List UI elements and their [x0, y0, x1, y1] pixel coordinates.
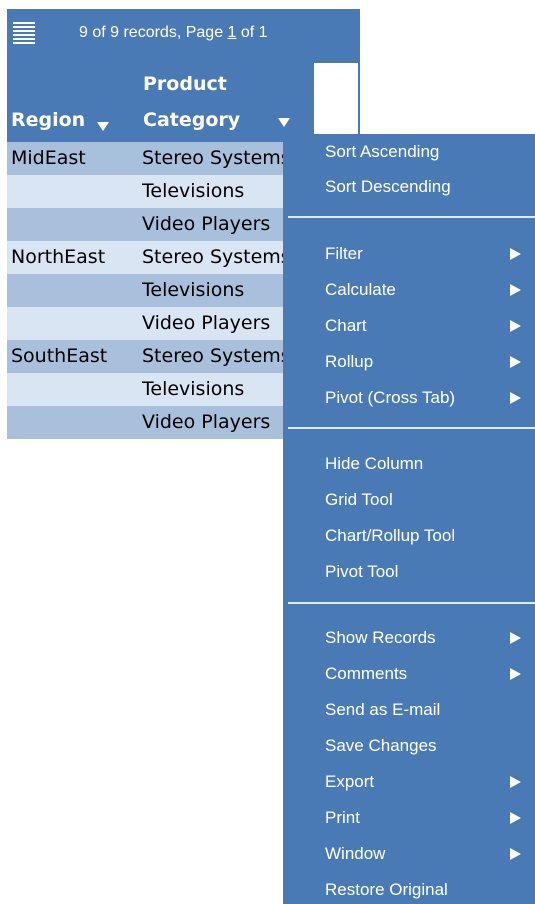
menu-item-filter[interactable]: Filter: [325, 244, 363, 264]
submenu-arrow-icon: [510, 812, 521, 824]
status-prefix: 9 of 9 records, Page: [79, 24, 228, 41]
submenu-arrow-icon: [510, 248, 521, 260]
menu-item-export[interactable]: Export: [325, 772, 374, 792]
category-cell: Televisions: [142, 378, 245, 400]
submenu-arrow-icon: [510, 776, 521, 788]
category-cell: Televisions: [142, 279, 245, 301]
table-row[interactable]: Video Players: [7, 208, 283, 241]
category-cell: Televisions: [142, 180, 245, 202]
menu-item-calculate[interactable]: Calculate: [325, 280, 396, 300]
category-cell: Video Players: [142, 213, 271, 235]
menu-item-sort-descending[interactable]: Sort Descending: [325, 177, 451, 197]
table-row[interactable]: Video Players: [7, 406, 283, 439]
menu-item-print[interactable]: Print: [325, 808, 360, 828]
column-header-category-line2[interactable]: Category: [143, 104, 240, 136]
table-row[interactable]: MidEast Stereo Systems: [7, 142, 283, 175]
column-context-menu: Sort Ascending Sort Descending Filter Ca…: [283, 134, 535, 904]
region-cell: [7, 208, 142, 241]
column-header-category-line1[interactable]: Product: [143, 68, 227, 100]
table-row[interactable]: Video Players: [7, 307, 283, 340]
region-sort-arrow-icon[interactable]: [97, 122, 109, 131]
submenu-arrow-icon: [510, 632, 521, 644]
menu-separator: [288, 427, 535, 429]
region-cell: [7, 307, 142, 340]
category-cell: Video Players: [142, 312, 271, 334]
menu-item-show-records[interactable]: Show Records: [325, 628, 436, 648]
category-cell: Stereo Systems: [142, 246, 283, 268]
region-cell: [7, 175, 142, 208]
submenu-arrow-icon: [510, 284, 521, 296]
region-cell: [7, 274, 142, 307]
table-row[interactable]: SouthEast Stereo Systems: [7, 340, 283, 373]
menu-separator: [288, 602, 535, 604]
menu-item-chart[interactable]: Chart: [325, 316, 367, 336]
submenu-arrow-icon: [510, 668, 521, 680]
menu-icon[interactable]: [13, 22, 35, 46]
column-header-region[interactable]: Region: [11, 104, 85, 136]
table-row[interactable]: NorthEast Stereo Systems: [7, 241, 283, 274]
submenu-arrow-icon: [510, 392, 521, 404]
menu-separator: [288, 216, 535, 218]
header-gap: [314, 63, 358, 142]
menu-item-chart-rollup-tool[interactable]: Chart/Rollup Tool: [325, 526, 455, 546]
submenu-arrow-icon: [510, 848, 521, 860]
menu-item-window[interactable]: Window: [325, 844, 385, 864]
region-cell: NorthEast: [11, 246, 106, 268]
category-cell: Stereo Systems: [142, 147, 283, 169]
table-row[interactable]: Televisions: [7, 175, 283, 208]
category-cell: Video Players: [142, 411, 271, 433]
region-cell: [7, 373, 142, 406]
region-cell: MidEast: [11, 147, 86, 169]
menu-item-grid-tool[interactable]: Grid Tool: [325, 490, 393, 510]
data-table: MidEast Stereo Systems Televisions Video …: [7, 142, 283, 439]
report-toolbar: 9 of 9 records, Page 1 of 1: [7, 9, 360, 59]
menu-item-send-email[interactable]: Send as E-mail: [325, 700, 440, 720]
table-row[interactable]: Televisions: [7, 373, 283, 406]
menu-item-rollup[interactable]: Rollup: [325, 352, 373, 372]
menu-item-sort-ascending[interactable]: Sort Ascending: [325, 142, 439, 162]
record-status: 9 of 9 records, Page 1 of 1: [79, 24, 268, 42]
menu-item-comments[interactable]: Comments: [325, 664, 407, 684]
category-dropdown-arrow-icon[interactable]: [278, 118, 290, 127]
submenu-arrow-icon: [510, 320, 521, 332]
region-cell: SouthEast: [11, 345, 108, 367]
category-cell: Stereo Systems: [142, 345, 283, 367]
menu-item-pivot-tool[interactable]: Pivot Tool: [325, 562, 398, 582]
menu-item-restore-original[interactable]: Restore Original: [325, 880, 448, 900]
menu-item-save-changes[interactable]: Save Changes: [325, 736, 437, 756]
menu-item-pivot[interactable]: Pivot (Cross Tab): [325, 388, 455, 408]
menu-item-hide-column[interactable]: Hide Column: [325, 454, 423, 474]
region-cell: [7, 406, 142, 439]
status-suffix: of 1: [236, 24, 268, 41]
table-row[interactable]: Televisions: [7, 274, 283, 307]
submenu-arrow-icon: [510, 356, 521, 368]
column-header-row: Region Product Category: [7, 59, 360, 142]
